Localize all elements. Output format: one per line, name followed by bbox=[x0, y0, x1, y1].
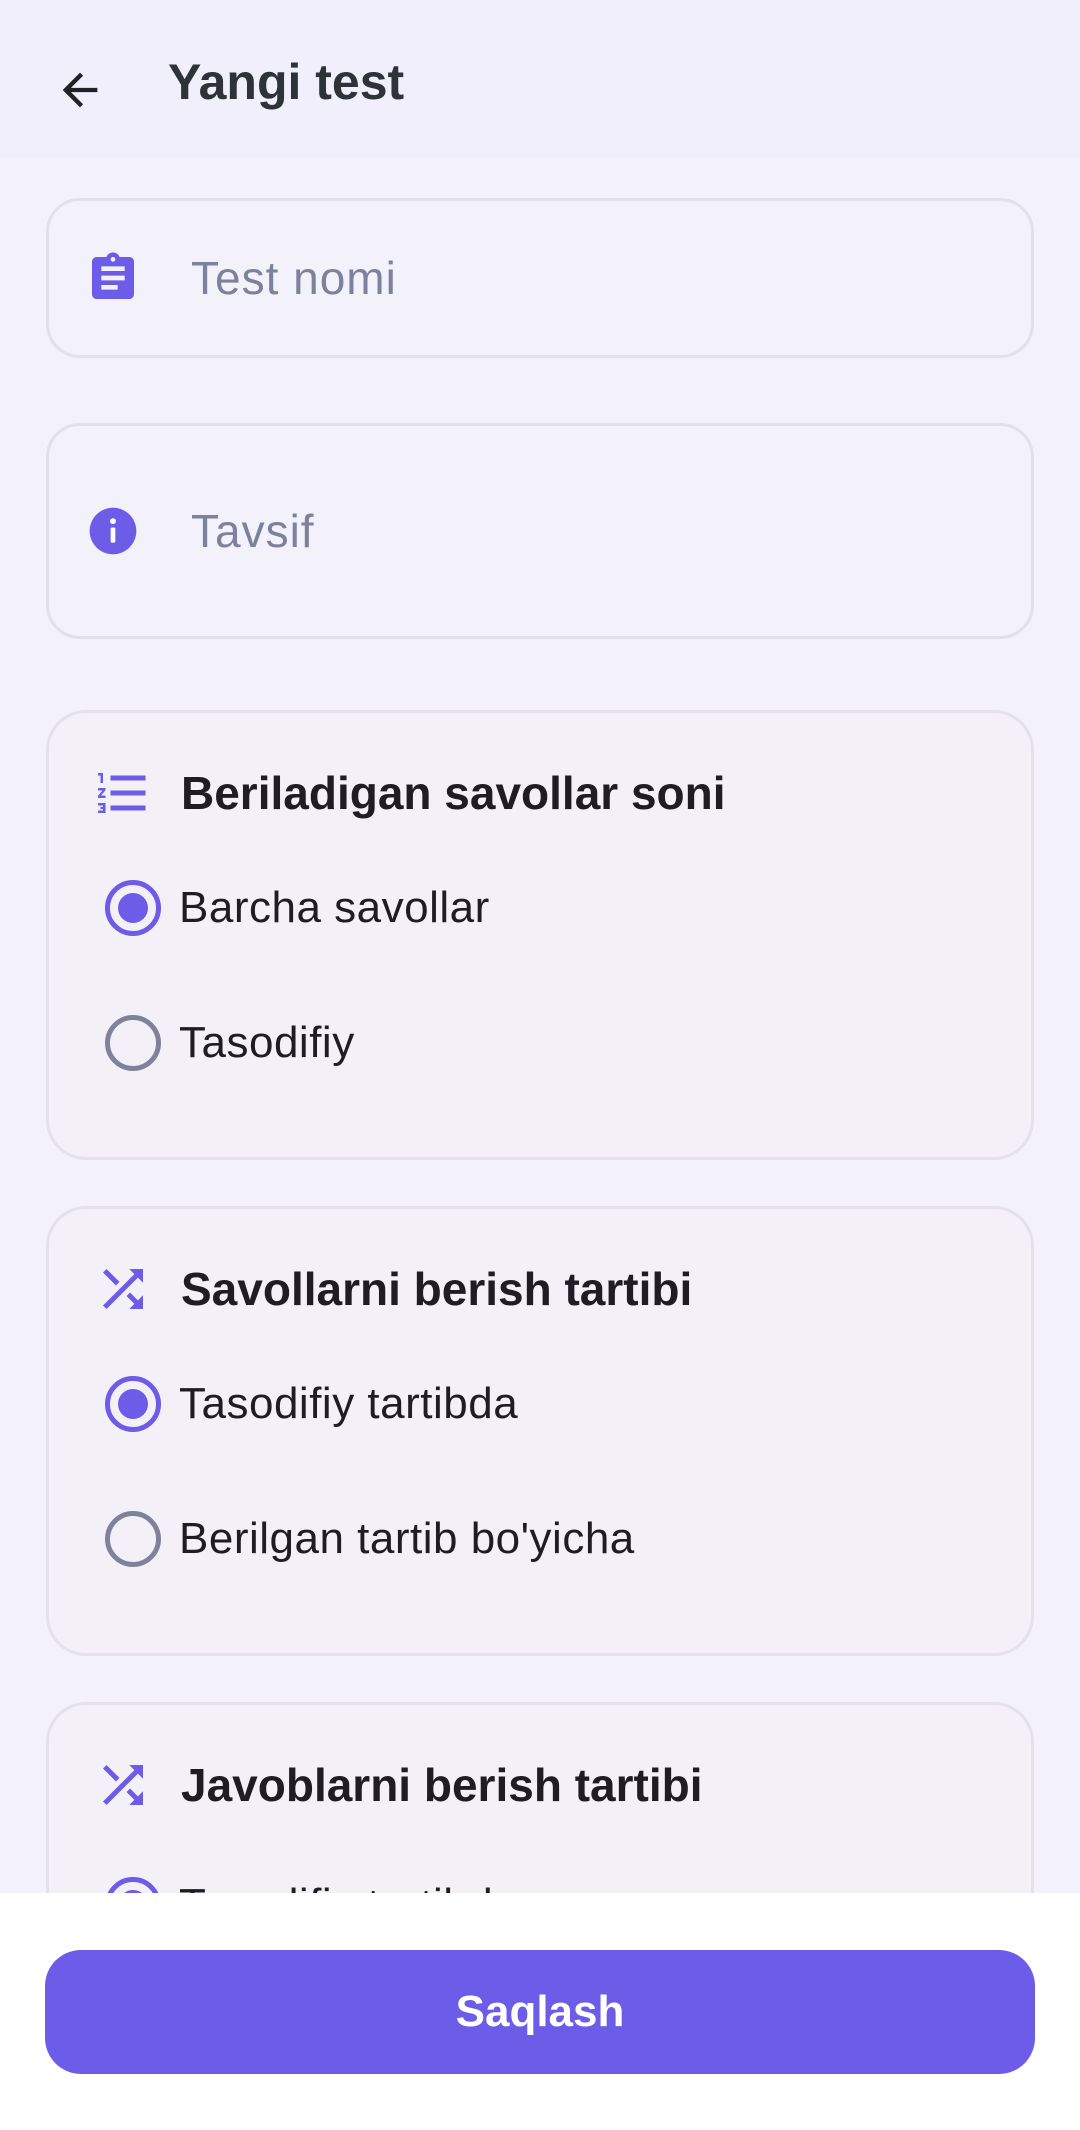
card-header: Savollarni berish tartibi bbox=[93, 1259, 692, 1319]
option-label: Tasodifiy bbox=[179, 1018, 355, 1067]
radio-unselected[interactable] bbox=[105, 1015, 161, 1071]
app-root: Yangi test Test nomi Tavsif Beriladigan … bbox=[0, 0, 1080, 2130]
clipboard-icon bbox=[85, 250, 141, 306]
bottom-action-bar: Saqlash bbox=[0, 1893, 1080, 2130]
radio-selected[interactable] bbox=[105, 1877, 161, 1893]
card-title: Javoblarni berish tartibi bbox=[181, 1759, 703, 1811]
question-order-card: Savollarni berish tartibi Tasodifiy tart… bbox=[46, 1206, 1034, 1656]
option-random-answer-order[interactable]: Tasodifiy tartibda bbox=[105, 1870, 518, 1893]
shuffle-icon bbox=[93, 1755, 153, 1815]
description-field[interactable]: Tavsif bbox=[46, 423, 1034, 639]
page-title: Yangi test bbox=[168, 54, 405, 110]
form-content[interactable]: Test nomi Tavsif Beriladigan savollar so… bbox=[0, 158, 1080, 1893]
back-button[interactable] bbox=[40, 50, 120, 130]
card-header: Javoblarni berish tartibi bbox=[93, 1755, 702, 1815]
radio-selected[interactable] bbox=[105, 1376, 161, 1432]
option-label: Barcha savollar bbox=[179, 883, 490, 932]
test-name-placeholder: Test nomi bbox=[191, 252, 397, 304]
shuffle-icon bbox=[93, 1259, 153, 1319]
info-icon bbox=[85, 503, 141, 559]
card-title: Savollarni berish tartibi bbox=[181, 1263, 693, 1315]
arrow-left-icon bbox=[62, 72, 98, 108]
numbered-list-icon bbox=[93, 763, 153, 823]
save-button[interactable]: Saqlash bbox=[45, 1950, 1035, 2074]
option-random-count[interactable]: Tasodifiy bbox=[105, 1008, 355, 1078]
description-placeholder: Tavsif bbox=[191, 505, 315, 557]
top-app-bar: Yangi test bbox=[0, 0, 1080, 158]
radio-unselected[interactable] bbox=[105, 1511, 161, 1567]
option-label: Tasodifiy tartibda bbox=[179, 1379, 519, 1428]
option-random-order[interactable]: Tasodifiy tartibda bbox=[105, 1369, 518, 1439]
option-label: Berilgan tartib bo'yicha bbox=[179, 1514, 635, 1563]
question-count-card: Beriladigan savollar soni Barcha savolla… bbox=[46, 710, 1034, 1160]
test-name-field[interactable]: Test nomi bbox=[46, 198, 1034, 358]
option-all-questions[interactable]: Barcha savollar bbox=[105, 873, 490, 943]
card-header: Beriladigan savollar soni bbox=[93, 763, 726, 823]
answer-order-card: Javoblarni berish tartibi Tasodifiy tart… bbox=[46, 1702, 1034, 1893]
card-title: Beriladigan savollar soni bbox=[181, 767, 726, 819]
option-label: Tasodifiy tartibda bbox=[179, 1880, 518, 1893]
option-given-order[interactable]: Berilgan tartib bo'yicha bbox=[105, 1504, 635, 1574]
radio-selected[interactable] bbox=[105, 880, 161, 936]
